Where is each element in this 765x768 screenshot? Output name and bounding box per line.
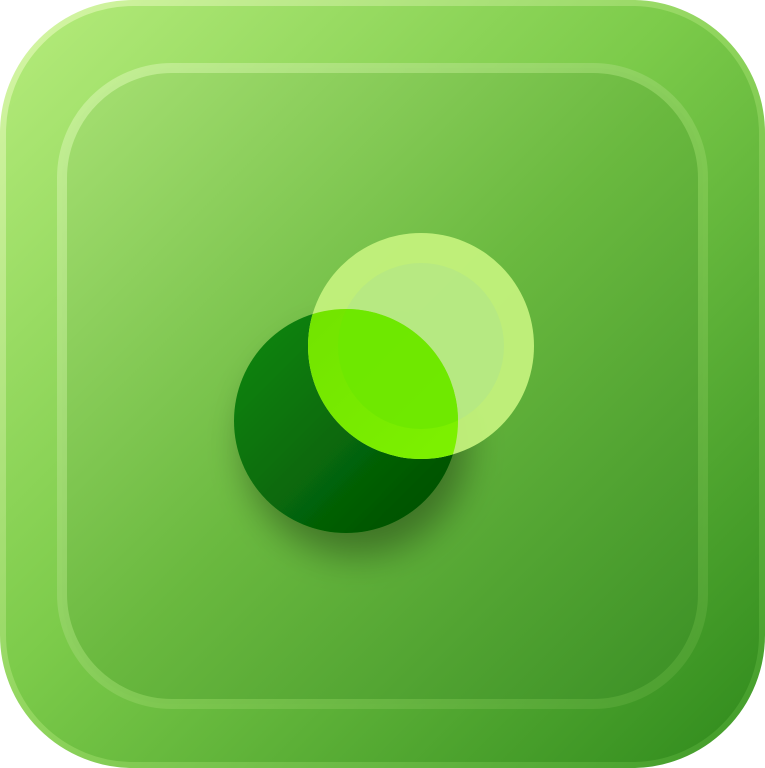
app-icon	[0, 0, 765, 768]
app-icon-canvas	[0, 0, 765, 768]
